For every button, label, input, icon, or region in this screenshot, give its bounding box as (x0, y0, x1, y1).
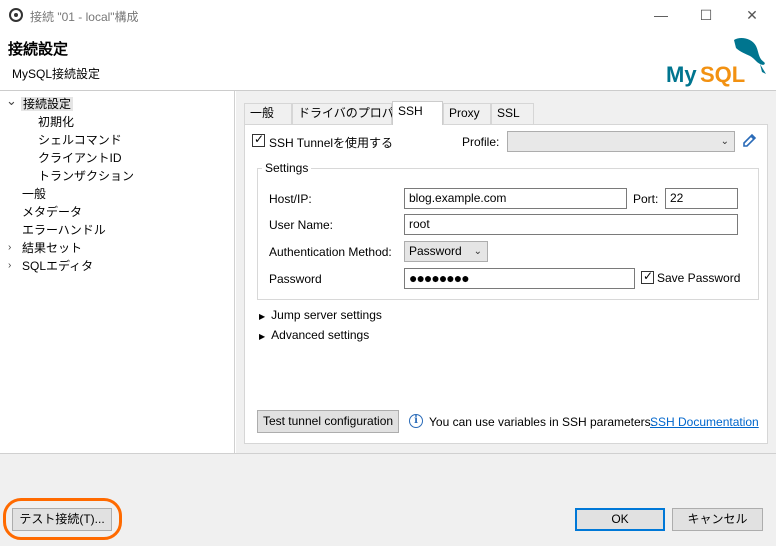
logo-text-my: My (666, 62, 697, 87)
host-label: Host/IP: (269, 192, 312, 206)
tab-proxy[interactable]: Proxy (443, 103, 491, 124)
ssh-documentation-link[interactable]: SSH Documentation (650, 415, 759, 429)
chevron-down-icon: ⌄ (720, 136, 729, 147)
page-title: 接続設定 (8, 41, 69, 58)
logo-text-sql: SQL (700, 62, 745, 87)
auth-method-select[interactable]: Password ⌄ (404, 241, 488, 262)
password-label: Password (269, 272, 322, 286)
minimize-button[interactable]: — (646, 4, 676, 26)
cancel-button[interactable]: キャンセル (672, 508, 763, 531)
edit-pencil-icon[interactable] (741, 133, 757, 149)
test-tunnel-button[interactable]: Test tunnel configuration (257, 410, 399, 433)
tree-item-general[interactable]: 一般 (22, 185, 46, 203)
tree-item-client-id[interactable]: クライアントID (38, 149, 122, 167)
tree-item-error-handle[interactable]: エラーハンドル (22, 221, 106, 239)
title-bar: 接続 "01 - local"構成 — ☐ ✕ (0, 0, 776, 32)
tree-item-label: 結果セット (22, 241, 83, 255)
profile-select[interactable]: ⌄ (507, 131, 735, 152)
expand-triangle-icon: ▶ (259, 332, 266, 341)
window-title: 接続 "01 - local"構成 (30, 10, 139, 24)
tree-item-shell-commands[interactable]: シェルコマンド (38, 131, 122, 149)
tree-item-connection-settings[interactable]: ⌄ 接続設定 (6, 92, 74, 113)
user-name-label: User Name: (269, 218, 334, 232)
use-ssh-tunnel-checkbox[interactable] (252, 132, 265, 147)
profile-label: Profile: (462, 135, 500, 149)
dialog-header: 接続設定 MySQL接続設定 My SQL (0, 32, 776, 90)
tab-general[interactable]: 一般 (244, 103, 292, 124)
annotation-highlight-circle (3, 498, 122, 540)
jump-server-settings-toggle[interactable]: ▶ Jump server settings (259, 308, 382, 322)
save-password-checkbox[interactable] (641, 269, 654, 284)
settings-tree: ⌄ 接続設定 初期化 シェルコマンド クライアントID トランザクション 一般 … (0, 91, 235, 453)
dbeaver-app-icon (9, 8, 23, 22)
ok-button[interactable]: OK (575, 508, 665, 531)
advanced-settings-label: Advanced settings (271, 328, 370, 342)
tab-ssh[interactable]: SSH (392, 101, 443, 125)
ssh-panel: SSH Tunnelを使用する Profile: ⌄ Settings Host… (244, 124, 768, 444)
tab-driver-properties[interactable]: ドライバのプロパティ (292, 103, 417, 124)
password-input[interactable]: ●●●●●●●● (404, 268, 635, 289)
port-label: Port: (633, 192, 659, 206)
tree-item-label: トランザクション (38, 169, 135, 183)
jump-server-label: Jump server settings (271, 308, 382, 322)
user-name-input[interactable]: root (404, 214, 738, 235)
port-input[interactable]: 22 (665, 188, 738, 209)
advanced-settings-toggle[interactable]: ▶ Advanced settings (259, 328, 369, 342)
tree-item-label: メタデータ (22, 205, 83, 219)
expand-arrow-icon[interactable]: ⌄ (6, 92, 17, 110)
expand-triangle-icon: ▶ (259, 312, 266, 321)
close-button[interactable]: ✕ (737, 4, 767, 26)
tree-item-label: エラーハンドル (22, 223, 106, 237)
tree-item-result-sets[interactable]: › 結果セット (8, 239, 82, 257)
maximize-button[interactable]: ☐ (691, 4, 721, 26)
page-subtitle: MySQL接続設定 (12, 67, 101, 81)
tree-item-label: クライアントID (38, 151, 122, 165)
tree-item-label: シェルコマンド (38, 133, 122, 147)
settings-group-title: Settings (262, 161, 312, 175)
use-ssh-tunnel-label: SSH Tunnelを使用する (269, 136, 394, 150)
dialog-footer: テスト接続(T)... OK キャンセル (0, 453, 776, 546)
tree-item-label: SQLエディタ (22, 259, 94, 273)
ssh-variables-info: You can use variables in SSH parameters. (429, 415, 655, 429)
tree-item-label: 初期化 (38, 115, 75, 129)
tree-item-metadata[interactable]: メタデータ (22, 203, 82, 221)
auth-method-label: Authentication Method: (269, 245, 392, 259)
tree-item-label: 一般 (22, 187, 47, 201)
tree-item-label: 接続設定 (21, 97, 74, 111)
collapse-arrow-icon[interactable]: › (8, 239, 11, 257)
tab-ssl[interactable]: SSL (491, 103, 534, 124)
tree-item-init[interactable]: 初期化 (38, 113, 74, 131)
info-icon: i (409, 414, 423, 428)
host-input[interactable]: blog.example.com (404, 188, 627, 209)
auth-method-value: Password (409, 244, 462, 258)
tree-item-sql-editor[interactable]: › SQLエディタ (8, 257, 93, 275)
save-password-label: Save Password (657, 271, 741, 285)
settings-content: 一般 ドライバのプロパティ SSH Proxy SSL SSH Tunnelを使… (236, 91, 776, 453)
chevron-down-icon: ⌄ (473, 246, 482, 257)
collapse-arrow-icon[interactable]: › (8, 257, 11, 275)
tree-item-transactions[interactable]: トランザクション (38, 167, 134, 185)
mysql-logo: My SQL (666, 38, 766, 87)
